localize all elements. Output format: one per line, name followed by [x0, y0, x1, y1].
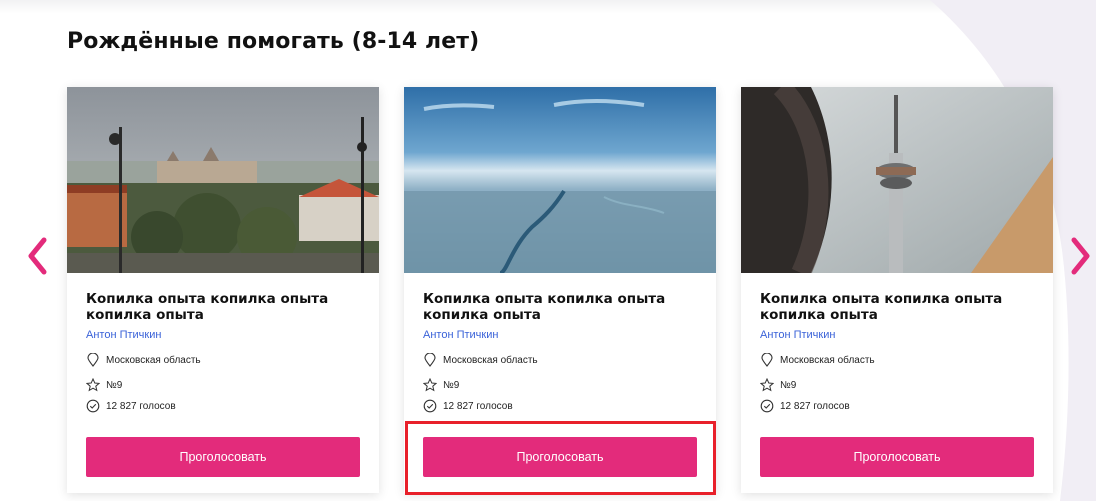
check-circle-icon [86, 399, 100, 413]
card-votes: 12 827 голосов [86, 398, 366, 414]
number-text: №9 [443, 379, 460, 391]
card-title: Копилка опыта копилка опыта копилка опыт… [423, 291, 666, 323]
card-title: Копилка опыта копилка опыта копилка опыт… [760, 291, 1003, 323]
check-circle-icon [423, 399, 437, 413]
project-card[interactable]: Копилка опыта копилка опыта копилка опыт… [404, 87, 716, 493]
votes-text: 12 827 голосов [780, 400, 850, 412]
vote-button[interactable]: Проголосовать [86, 437, 360, 477]
votes-text: 12 827 голосов [443, 400, 513, 412]
star-icon [760, 378, 774, 392]
number-text: №9 [106, 379, 123, 391]
card-votes: 12 827 голосов [423, 398, 703, 414]
location-pin-icon [423, 353, 437, 367]
vote-button[interactable]: Проголосовать [760, 437, 1034, 477]
top-band [0, 0, 1096, 14]
location-text: Московская область [106, 354, 201, 366]
card-body: Копилка опыта копилка опыта копилка опыт… [86, 291, 366, 414]
location-text: Московская область [443, 354, 538, 366]
card-author-link[interactable]: Антон Птичкин [423, 329, 703, 341]
votes-text: 12 827 голосов [106, 400, 176, 412]
aerial-river-photo [404, 87, 716, 273]
card-location: Московская область [86, 352, 366, 368]
tv-tower-photo [741, 87, 1053, 273]
project-card[interactable]: Копилка опыта копилка опыта копилка опыт… [741, 87, 1053, 493]
section-title: Рождённые помогать (8-14 лет) [67, 29, 480, 54]
card-number: №9 [86, 377, 366, 393]
card-location: Московская область [760, 352, 1040, 368]
chevron-right-icon [1071, 237, 1090, 275]
star-icon [423, 378, 437, 392]
star-icon [86, 378, 100, 392]
card-number: №9 [760, 377, 1040, 393]
project-card[interactable]: Копилка опыта копилка опыта копилка опыт… [67, 87, 379, 493]
card-title: Копилка опыта копилка опыта копилка опыт… [86, 291, 329, 323]
check-circle-icon [760, 399, 774, 413]
card-number: №9 [423, 377, 703, 393]
carousel-prev-button[interactable] [24, 232, 50, 280]
card-votes: 12 827 голосов [760, 398, 1040, 414]
card-body: Копилка опыта копилка опыта копилка опыт… [760, 291, 1040, 414]
location-text: Московская область [780, 354, 875, 366]
budapest-parliament-photo [67, 87, 379, 273]
card-body: Копилка опыта копилка опыта копилка опыт… [423, 291, 703, 414]
location-pin-icon [86, 353, 100, 367]
card-author-link[interactable]: Антон Птичкин [86, 329, 366, 341]
card-location: Московская область [423, 352, 703, 368]
location-pin-icon [760, 353, 774, 367]
vote-button[interactable]: Проголосовать [423, 437, 697, 477]
number-text: №9 [780, 379, 797, 391]
carousel-next-button[interactable] [1068, 232, 1094, 280]
chevron-left-icon [28, 237, 47, 275]
card-author-link[interactable]: Антон Птичкин [760, 329, 1040, 341]
